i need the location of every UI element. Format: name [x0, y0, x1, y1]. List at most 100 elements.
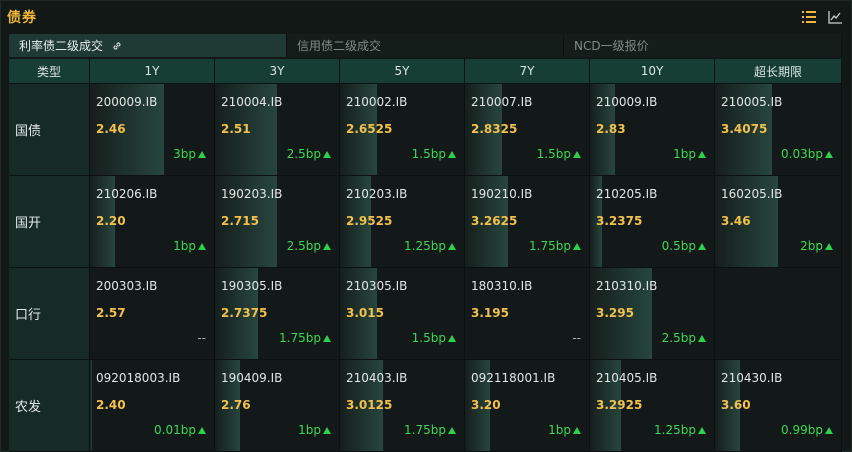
bond-cell[interactable]: 160205.IB 3.46 2bp — [715, 176, 842, 268]
triangle-up-icon — [323, 334, 331, 342]
bond-cell[interactable]: 210405.IB 3.2925 1.25bp — [590, 360, 715, 452]
panel-title: 债券 — [7, 10, 37, 26]
triangle-up-icon — [573, 242, 581, 250]
bond-change: 1.75bp — [279, 331, 331, 345]
row-type-label: 国债 — [9, 84, 90, 176]
bond-cell[interactable]: 210206.IB 2.20 1bp — [90, 176, 215, 268]
column-header[interactable]: 5Y — [340, 59, 465, 84]
tab-label: NCD一级报价 — [574, 39, 649, 53]
table-body: 国债 200009.IB 2.46 3bp 210004.IB 2.51 2.5bp 2100… — [9, 84, 842, 452]
bond-change: 1.75bp — [529, 239, 581, 253]
bond-cell[interactable]: 190203.IB 2.715 2.5bp — [215, 176, 340, 268]
triangle-up-icon — [448, 426, 456, 434]
link-icon[interactable] — [111, 40, 123, 52]
bond-cell[interactable]: 210305.IB 3.015 1.5bp — [340, 268, 465, 360]
bond-code: 210002.IB — [346, 95, 408, 109]
column-header[interactable]: 超长期限 — [715, 59, 842, 84]
row-type-label: 国开 — [9, 176, 90, 268]
bond-code: 210005.IB — [721, 95, 783, 109]
bond-code: 210430.IB — [721, 371, 783, 385]
bond-change: 1.25bp — [654, 423, 706, 437]
triangle-up-icon — [698, 426, 706, 434]
change-value: 1.25bp — [654, 423, 696, 437]
bond-cell-content: 092118001.IB 3.20 1bp — [465, 360, 589, 451]
bond-code: 210004.IB — [221, 95, 283, 109]
bond-cell-content: 210310.IB 3.295 2.5bp — [590, 268, 714, 359]
bond-cell[interactable]: 210403.IB 3.0125 1.75bp — [340, 360, 465, 452]
table-header-row: 类型 1Y 3Y 5Y 7Y 10Y 超长期限 — [9, 59, 842, 84]
triangle-up-icon — [323, 426, 331, 434]
bond-code: 160205.IB — [721, 187, 783, 201]
column-header[interactable]: 1Y — [90, 59, 215, 84]
bond-change: 1.5bp — [412, 331, 456, 345]
change-value: 1bp — [173, 239, 196, 253]
bond-cell[interactable]: 210002.IB 2.6525 1.5bp — [340, 84, 465, 176]
bond-cell[interactable]: 200303.IB 2.57 -- — [90, 268, 215, 360]
bond-yield: 2.7375 — [221, 306, 268, 320]
bond-cell[interactable]: 190305.IB 2.7375 1.75bp — [215, 268, 340, 360]
bond-yield: 3.195 — [471, 306, 509, 320]
tab-ncd-primary-quote[interactable]: NCD一级报价 — [564, 34, 842, 57]
triangle-up-icon — [323, 150, 331, 158]
bond-cell[interactable]: 210205.IB 3.2375 0.5bp — [590, 176, 715, 268]
bond-code: 200303.IB — [96, 279, 158, 293]
bond-cell[interactable]: 092018003.IB 2.40 0.01bp — [90, 360, 215, 452]
bond-yield: 3.295 — [596, 306, 634, 320]
bond-code: 210007.IB — [471, 95, 533, 109]
bond-cell-content: 210009.IB 2.83 1bp — [590, 84, 714, 175]
bond-cell[interactable]: 210005.IB 3.4075 0.03bp — [715, 84, 842, 176]
bond-cell[interactable] — [715, 268, 842, 360]
bond-code: 210405.IB — [596, 371, 658, 385]
bond-cell-content: 092018003.IB 2.40 0.01bp — [90, 360, 214, 451]
bond-change: 1.75bp — [404, 423, 456, 437]
bond-cell[interactable]: 190409.IB 2.76 1bp — [215, 360, 340, 452]
bond-yield: 2.9525 — [346, 214, 393, 228]
bond-code: 210206.IB — [96, 187, 158, 201]
header-actions — [801, 9, 843, 25]
column-header[interactable]: 3Y — [215, 59, 340, 84]
bond-code: 092018003.IB — [96, 371, 181, 385]
bond-yield: 2.46 — [96, 122, 126, 136]
bond-code: 190203.IB — [221, 187, 283, 201]
bond-yield: 3.60 — [721, 398, 751, 412]
triangle-up-icon — [825, 426, 833, 434]
bond-yield: 2.8325 — [471, 122, 518, 136]
bond-cell[interactable]: 210430.IB 3.60 0.99bp — [715, 360, 842, 452]
bond-cell[interactable]: 210009.IB 2.83 1bp — [590, 84, 715, 176]
list-icon[interactable] — [801, 9, 817, 25]
change-value: 1.75bp — [529, 239, 571, 253]
triangle-up-icon — [825, 150, 833, 158]
triangle-up-icon — [573, 150, 581, 158]
column-header[interactable]: 类型 — [9, 59, 90, 84]
column-header[interactable]: 10Y — [590, 59, 715, 84]
bond-cell[interactable]: 210203.IB 2.9525 1.25bp — [340, 176, 465, 268]
column-header[interactable]: 7Y — [465, 59, 590, 84]
bond-code: 210009.IB — [596, 95, 658, 109]
tab-bar: 利率债二级成交 信用债二级成交 NCD一级报价 — [9, 34, 842, 57]
bond-cell[interactable]: 180310.IB 3.195 -- — [465, 268, 590, 360]
tab-credit-bond-secondary[interactable]: 信用债二级成交 — [287, 34, 564, 57]
bond-change: 1.25bp — [404, 239, 456, 253]
bond-code: 210205.IB — [596, 187, 658, 201]
bond-change: 0.03bp — [781, 147, 833, 161]
bond-cell[interactable]: 210004.IB 2.51 2.5bp — [215, 84, 340, 176]
bond-cell[interactable]: 190210.IB 3.2625 1.75bp — [465, 176, 590, 268]
bond-yield: 2.57 — [96, 306, 126, 320]
bond-cell[interactable]: 200009.IB 2.46 3bp — [90, 84, 215, 176]
bond-cell[interactable]: 092118001.IB 3.20 1bp — [465, 360, 590, 452]
bond-cell-content: 210205.IB 3.2375 0.5bp — [590, 176, 714, 267]
bond-change: 2.5bp — [287, 239, 331, 253]
change-value: 1.75bp — [404, 423, 446, 437]
bond-cell[interactable]: 210310.IB 3.295 2.5bp — [590, 268, 715, 360]
bond-cell[interactable]: 210007.IB 2.8325 1.5bp — [465, 84, 590, 176]
change-value: 1.5bp — [536, 147, 571, 161]
row-type-label: 口行 — [9, 268, 90, 360]
line-chart-icon[interactable] — [827, 9, 843, 25]
change-value: -- — [197, 331, 206, 345]
bond-yield: 2.40 — [96, 398, 126, 412]
bond-cell-content: 210203.IB 2.9525 1.25bp — [340, 176, 464, 267]
change-value: 1.25bp — [404, 239, 446, 253]
bond-cell-content: 210007.IB 2.8325 1.5bp — [465, 84, 589, 175]
bond-cell-content: 210305.IB 3.015 1.5bp — [340, 268, 464, 359]
tab-rate-bond-secondary[interactable]: 利率债二级成交 — [9, 34, 287, 57]
